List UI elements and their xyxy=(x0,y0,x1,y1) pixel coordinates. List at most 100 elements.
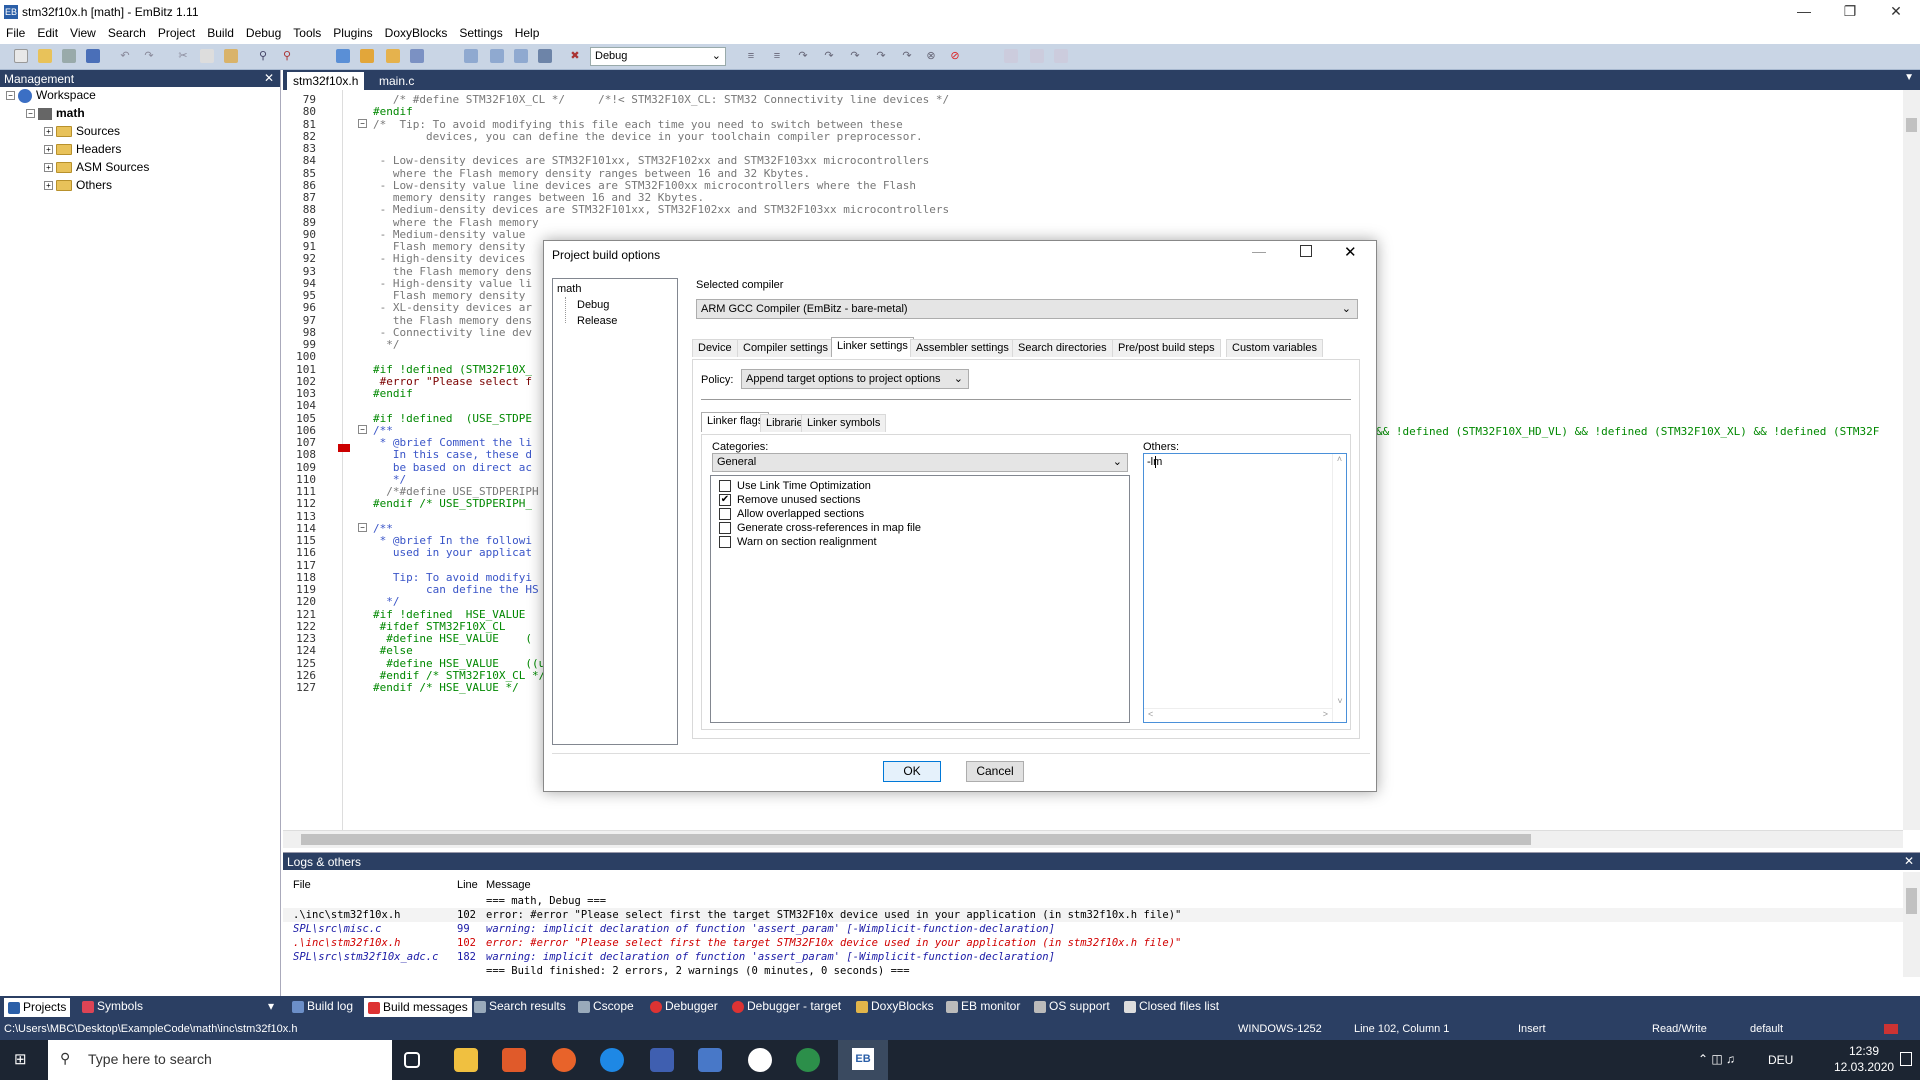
compile-icon[interactable] xyxy=(360,49,374,63)
debug-run-icon[interactable]: ≡ xyxy=(770,49,784,63)
media-app-icon[interactable] xyxy=(502,1048,526,1072)
app-icon-network[interactable] xyxy=(698,1048,722,1072)
checkbox[interactable] xyxy=(719,480,731,493)
firefox-icon[interactable] xyxy=(552,1048,576,1072)
log-cell-msg[interactable]: warning: implicit declaration of functio… xyxy=(486,951,1055,963)
stop-debug-icon[interactable]: ⊗ xyxy=(924,49,938,63)
linker-option[interactable]: Generate cross-references in map file xyxy=(719,522,921,535)
target-root[interactable]: math xyxy=(557,283,581,295)
tab-assembler-settings[interactable]: Assembler settings xyxy=(910,339,1015,357)
debug-window3-icon[interactable] xyxy=(1054,49,1068,63)
menu-tools[interactable]: Tools xyxy=(287,24,327,42)
log-cell-file[interactable]: .\inc\stm32f10x.h xyxy=(293,909,400,921)
tab-custom-variables[interactable]: Custom variables xyxy=(1226,339,1323,357)
folder-asm-sources[interactable]: + ASM Sources xyxy=(44,160,149,174)
log-cell-line[interactable]: 182 xyxy=(457,951,476,963)
input-language[interactable]: DEU xyxy=(1768,1053,1793,1067)
menu-view[interactable]: View xyxy=(64,24,102,42)
tab-linker-settings[interactable]: Linker settings xyxy=(831,337,914,357)
close-icon[interactable]: ✕ xyxy=(1904,854,1914,868)
compiler-select[interactable]: ARM GCC Compiler (EmBitz - bare-metal) ⌄ xyxy=(696,299,1358,319)
menu-doxyblocks[interactable]: DoxyBlocks xyxy=(379,24,454,42)
col-line[interactable]: Line xyxy=(457,879,478,891)
menu-help[interactable]: Help xyxy=(509,24,546,42)
build-window3-icon[interactable] xyxy=(538,49,552,63)
tab-cscope[interactable]: Cscope xyxy=(578,999,634,1013)
build-target-select[interactable]: Debug ⌄ xyxy=(590,47,726,66)
maximize-button[interactable]: ❐ xyxy=(1827,0,1873,24)
log-cell-line[interactable]: 99 xyxy=(457,923,470,935)
folder-others[interactable]: + Others xyxy=(44,178,112,192)
tab-symbols[interactable]: Symbols xyxy=(82,999,143,1013)
run-icon[interactable] xyxy=(410,49,424,63)
tools-icon[interactable]: ✖ xyxy=(568,49,582,63)
categories-select[interactable]: General ⌄ xyxy=(712,453,1128,472)
checkbox[interactable] xyxy=(719,522,731,535)
scroll-thumb[interactable] xyxy=(301,834,1531,845)
tab-linker-symbols[interactable]: Linker symbols xyxy=(801,414,887,432)
close-button[interactable]: ✕ xyxy=(1873,0,1919,24)
scroll-thumb[interactable] xyxy=(1906,118,1917,132)
save-icon[interactable] xyxy=(62,49,76,63)
tab-build-log[interactable]: Build log xyxy=(292,999,353,1013)
tab-eb-monitor[interactable]: EB monitor xyxy=(946,999,1020,1013)
scroll-down-icon[interactable]: ˅ xyxy=(1333,696,1347,706)
minimize-button[interactable]: — xyxy=(1252,243,1266,259)
target-debug[interactable]: Debug xyxy=(577,299,609,311)
app-icon-globe[interactable] xyxy=(796,1048,820,1072)
checkbox[interactable] xyxy=(719,508,731,521)
log-cell-msg[interactable]: === Build finished: 2 errors, 2 warnings… xyxy=(486,965,910,977)
menu-debug[interactable]: Debug xyxy=(240,24,287,42)
cancel-button[interactable]: Cancel xyxy=(966,761,1024,782)
build-target-icon[interactable] xyxy=(464,49,478,63)
tab-os-support[interactable]: OS support xyxy=(1034,999,1110,1013)
debug-window-icon[interactable] xyxy=(1004,49,1018,63)
task-view-icon[interactable] xyxy=(404,1052,420,1068)
file-explorer-icon[interactable] xyxy=(454,1048,478,1072)
fold-toggle-icon[interactable]: − xyxy=(358,424,367,434)
next-instruction-icon[interactable]: ↷ xyxy=(874,49,888,63)
app-icon-security[interactable] xyxy=(748,1048,772,1072)
tab-doxyblocks[interactable]: DoxyBlocks xyxy=(856,999,934,1013)
workspace-node[interactable]: − Workspace xyxy=(6,88,96,103)
log-cell-file[interactable]: .\inc\stm32f10x.h xyxy=(293,937,400,949)
edge-icon[interactable] xyxy=(600,1048,624,1072)
menu-search[interactable]: Search xyxy=(102,24,152,42)
tab-build-messages[interactable]: Build messages xyxy=(364,998,472,1017)
expand-icon[interactable]: + xyxy=(44,127,53,137)
step-over-icon[interactable]: ↷ xyxy=(796,49,810,63)
log-cell-file[interactable]: SPL\src\misc.c xyxy=(293,923,382,935)
build-window2-icon[interactable] xyxy=(514,49,528,63)
paste-icon[interactable] xyxy=(224,49,238,63)
col-file[interactable]: File xyxy=(293,879,311,891)
step-into-icon[interactable]: ↷ xyxy=(822,49,836,63)
log-cell-line[interactable]: 102 xyxy=(457,937,476,949)
folder-headers[interactable]: + Headers xyxy=(44,142,121,156)
step-instruction-icon[interactable]: ↷ xyxy=(900,49,914,63)
tab-list-icon[interactable]: ▼ xyxy=(1904,72,1914,83)
vertical-scrollbar[interactable] xyxy=(1903,90,1920,830)
textarea-hscrollbar[interactable]: < > xyxy=(1144,708,1332,722)
menu-build[interactable]: Build xyxy=(201,24,240,42)
tab-device[interactable]: Device xyxy=(692,339,738,357)
menu-settings[interactable]: Settings xyxy=(453,24,508,42)
folder-sources[interactable]: + Sources xyxy=(44,124,120,138)
horizontal-scrollbar[interactable] xyxy=(283,830,1903,848)
tab-search-results[interactable]: Search results xyxy=(474,999,566,1013)
expand-icon[interactable]: + xyxy=(44,145,53,155)
tab-stm32f10x-h[interactable]: stm32f10x.h xyxy=(287,72,365,90)
debug-start-icon[interactable]: ≡ xyxy=(744,49,758,63)
undo-icon[interactable]: ↶ xyxy=(118,49,132,63)
tab-closed-files[interactable]: Closed files list xyxy=(1124,999,1219,1013)
log-cell-msg[interactable]: warning: implicit declaration of functio… xyxy=(486,923,1055,935)
project-node[interactable]: − math xyxy=(26,106,85,120)
tab-dropdown-icon[interactable]: ▾ xyxy=(268,999,274,1013)
redo-icon[interactable]: ↷ xyxy=(142,49,156,63)
linker-option[interactable]: Allow overlapped sections xyxy=(719,508,864,521)
debug-window2-icon[interactable] xyxy=(1030,49,1044,63)
minimize-button[interactable]: — xyxy=(1781,0,1827,24)
app-icon-store[interactable] xyxy=(650,1048,674,1072)
checkbox[interactable]: ✔ xyxy=(719,494,731,507)
new-file-icon[interactable] xyxy=(14,49,28,63)
embitz-taskbar-icon[interactable]: EB xyxy=(838,1040,888,1080)
